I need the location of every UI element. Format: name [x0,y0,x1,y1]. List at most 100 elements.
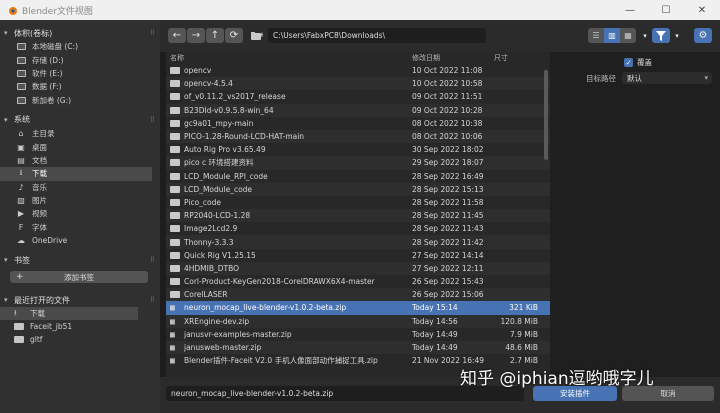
sidebar-item-system[interactable]: ⭳ 下载 [0,167,152,181]
checkbox-checked-icon[interactable]: ✓ [624,58,633,67]
file-row[interactable]: pico c 环境搭建资料 29 Sep 2022 18:07 [166,156,550,170]
sidebar-item-volume[interactable]: 软件 (E:) [0,67,160,80]
grip-icon[interactable]: ⠿ [150,29,155,37]
file-row[interactable]: B23DId-v0.9.5.8-win_64 09 Oct 2022 10:28 [166,103,550,117]
recent-file-item[interactable]: ⭳ 下载 [0,307,138,321]
file-name: 4HDMIB_DTBO [184,263,240,273]
file-name: opencv [184,66,212,76]
file-name: Corl-Product-KeyGen2018-CorelDRAWX6X4-ma… [184,277,375,287]
file-date: Today 15:14 [412,303,458,313]
close-button[interactable]: ✕ [684,0,720,20]
minimize-button[interactable]: — [612,0,648,20]
file-row[interactable]: PICO-1.28-Round-LCD-HAT-main 08 Oct 2022 … [166,129,550,144]
column-name-header[interactable]: 名称 [166,53,412,63]
file-row[interactable]: gc9a01_mpy-main 08 Oct 2022 10:38 [166,117,550,130]
sidebar-item-label: 存储 (D:) [32,55,64,65]
settings-gear-button[interactable]: ⚙ [694,28,712,43]
file-name: RP2040-LCD-1.28 [184,211,251,221]
file-name-cell: ▦ XREngine-dev.zip [166,317,412,326]
folder-icon [170,93,180,101]
thumbnails-icon[interactable]: ▦ [620,28,636,43]
volumes-panel-header[interactable]: ▾ 体积(卷标) ⠿ [0,26,160,40]
file-row[interactable]: Image2Lcd2.9 28 Sep 2022 11:43 [166,222,550,235]
grip-icon[interactable]: ⠿ [150,296,155,304]
add-bookmark-button[interactable]: + 添加书签 [10,271,148,284]
file-row[interactable]: opencv-4.5.4 10 Oct 2022 10:58 [166,77,550,91]
sidebar-item-system[interactable]: ⌂ 主目录 [0,127,160,140]
sidebar-item-label: 字体 [32,222,47,232]
column-date-header[interactable]: 修改日期 [412,53,494,63]
folder-icon [170,225,180,233]
file-row[interactable]: Pico_code 28 Sep 2022 11:58 [166,196,550,209]
sidebar-item-system[interactable]: ♪ 音乐 [0,181,160,194]
recent-file-item[interactable]: Faceit_jb51 [0,320,160,333]
svg-text:+: + [259,31,263,39]
system-panel-header[interactable]: ▾ 系统 ⠿ [0,113,160,127]
file-name: LCD_Module_code [184,184,253,194]
file-row[interactable]: RP2040-LCD-1.28 28 Sep 2022 11:45 [166,209,550,223]
new-folder-button[interactable]: + [248,28,266,43]
maximize-button[interactable]: ☐ [648,0,684,20]
watermark: 知乎 @iphian逗哟哦字儿 [460,369,654,389]
back-button[interactable]: ← [168,28,186,43]
vertical-list-icon[interactable]: ☰ [588,28,604,43]
recent-panel-header[interactable]: ▾ 最近打开的文件 ⠿ [0,293,160,307]
file-row[interactable]: opencv 10 Oct 2022 11:08 [166,64,550,77]
file-row[interactable]: ▦ neuron_mocap_live-blender-v1.0.2-beta.z… [166,301,550,315]
sidebar-item-volume[interactable]: 新加卷 (G:) [0,94,160,107]
file-name: opencv-4.5.4 [184,79,233,89]
file-name-cell: Auto Rig Pro v3.65.49 [166,145,412,154]
folder-icon [170,67,180,75]
sidebar-item-system[interactable]: F 字体 [0,221,160,234]
sidebar-item-system[interactable]: ▶ 视频 [0,207,160,220]
sidebar-item-system[interactable]: ▤ 文档 [0,154,160,167]
drive-icon [16,69,26,78]
file-row[interactable]: 4HDMIB_DTBO 27 Sep 2022 12:11 [166,261,550,275]
window-titlebar: Blender文件视图 — ☐ ✕ [0,0,720,20]
file-name-cell: Pico_code [166,198,412,207]
file-row[interactable]: LCD_Module_RPI_code 28 Sep 2022 16:49 [166,170,550,183]
parent-directory-button[interactable]: ↑ [206,28,224,43]
sidebar-item-volume[interactable]: 数据 (F:) [0,80,160,93]
grip-icon[interactable]: ⠿ [150,256,155,264]
folder-icon [170,80,180,88]
file-row[interactable]: LCD_Module_code 28 Sep 2022 15:13 [166,182,550,196]
drive-icon-shape [16,96,26,104]
forward-button[interactable]: → [187,28,205,43]
file-row[interactable]: ▦ XREngine-dev.zip Today 14:56 120.8 MiB [166,314,550,328]
target-path-value: 默认 [627,73,642,83]
overwrite-option[interactable]: ✓ 覆盖 [624,57,652,68]
sidebar: ▾ 体积(卷标) ⠿ 本地磁盘 (C:) 存储 (D:) 软件 (E:) 数据 (F:… [0,20,160,413]
directory-path-input[interactable]: C:\Users\FabxPC8\Downloads\ [268,28,486,43]
file-name-cell: 4HDMIB_DTBO [166,264,412,273]
sidebar-item-system[interactable]: ☁ OneDrive [0,234,160,247]
file-date: Today 14:49 [412,329,458,339]
bookmarks-panel-header[interactable]: ▾ 书签 ⠿ [0,253,160,267]
file-row[interactable]: ▦ janusvr-examples-master.zip Today 14:49 7… [166,328,550,341]
column-size-header[interactable]: 尺寸 [494,53,544,63]
refresh-button[interactable]: ⟳ [225,28,243,43]
file-size: 7.9 MiB [509,329,538,339]
sidebar-item-volume[interactable]: 本地磁盘 (C:) [0,40,160,53]
horizontal-list-icon[interactable]: ▥ [604,28,620,43]
recent-file-item[interactable]: gltf [0,333,160,346]
file-row[interactable]: of_v0.11.2_vs2017_release 09 Oct 2022 11:… [166,90,550,103]
target-path-select[interactable]: 默认 ▾ [622,72,712,84]
file-list-scrollbar[interactable] [544,70,548,160]
file-row[interactable]: ▦ janusweb-master.zip Today 14:49 48.6 MiB [166,340,550,355]
sidebar-item-volume[interactable]: 存储 (D:) [0,53,160,66]
file-row[interactable]: Quick Rig V1.25.15 27 Sep 2022 14:14 [166,249,550,262]
file-row[interactable]: Auto Rig Pro v3.65.49 30 Sep 2022 18:02 [166,143,550,156]
recent-item-label: Faceit_jb51 [30,322,73,332]
file-row[interactable]: CorelLASER 26 Sep 2022 15:06 [166,288,550,302]
file-row[interactable]: Thonny-3.3.3 28 Sep 2022 11:42 [166,235,550,249]
sidebar-item-system[interactable]: ▨ 图片 [0,194,160,207]
folder-icon [170,146,180,154]
sidebar-item-label: 文档 [32,155,47,165]
folder-icon [170,172,180,180]
filter-dropdown[interactable]: ▾ [668,28,686,43]
file-name-cell: opencv-4.5.4 [166,79,412,88]
file-row[interactable]: Corl-Product-KeyGen2018-CorelDRAWX6X4-ma… [166,275,550,288]
sidebar-item-system[interactable]: ▣ 桌面 [0,140,160,153]
grip-icon[interactable]: ⠿ [150,116,155,124]
